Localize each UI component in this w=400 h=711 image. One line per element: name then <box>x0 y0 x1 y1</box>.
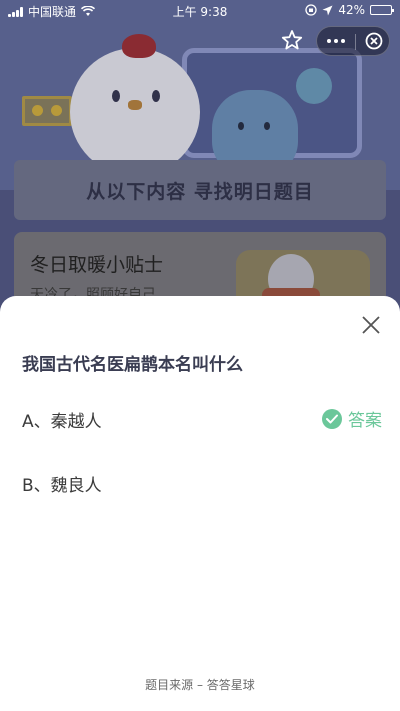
option-label: B、魏良人 <box>22 476 102 496</box>
medal-icon <box>51 105 62 116</box>
mini-program-capsule <box>316 26 390 56</box>
option-a[interactable]: A、秦越人 答案 <box>22 407 382 433</box>
status-bar: 中国联通 上午 9:38 42% <box>0 0 400 20</box>
battery-icon <box>370 5 394 15</box>
award-plaque-illustration <box>22 96 72 126</box>
status-right: 42% <box>305 3 394 17</box>
favorite-button[interactable] <box>278 26 306 54</box>
answer-badge: 答案 <box>322 406 382 431</box>
chicken-beak <box>128 100 142 110</box>
planet-illustration <box>296 68 332 104</box>
chicken-mascot <box>70 48 200 176</box>
search-banner: 从以下内容 寻找明日题目 <box>14 160 386 220</box>
close-button[interactable] <box>358 312 384 338</box>
ghost-eye <box>238 122 244 130</box>
chicken-eye <box>112 90 120 102</box>
answer-sheet: 我国古代名医扁鹊本名叫什么 A、秦越人 答案 B、魏良人 题目来源 – 答答星球 <box>0 296 400 711</box>
question-source: 题目来源 – 答答星球 <box>145 678 255 692</box>
card-title: 冬日取暖小贴士 <box>30 254 164 276</box>
circle-close-icon <box>365 32 383 50</box>
star-outline-icon <box>281 30 303 50</box>
banner-text: 从以下内容 寻找明日题目 <box>86 180 314 203</box>
location-arrow-icon <box>322 5 333 15</box>
battery-percent: 42% <box>338 3 365 17</box>
more-dots-icon <box>327 39 331 43</box>
check-circle-icon <box>322 408 342 429</box>
ghost-eye <box>264 122 270 130</box>
option-b[interactable]: B、魏良人 <box>22 471 382 497</box>
answer-label: 答案 <box>348 411 382 431</box>
more-button[interactable] <box>317 27 355 55</box>
medal-icon <box>32 105 43 116</box>
chicken-comb <box>122 34 156 58</box>
screen: 从以下内容 寻找明日题目 冬日取暖小贴士 天冷了，照顾好自己 中国联通 上午 9… <box>0 0 400 711</box>
close-icon <box>362 316 380 334</box>
chicken-eye <box>152 90 160 102</box>
option-label: A、秦越人 <box>22 412 102 432</box>
question-text: 我国古代名医扁鹊本名叫什么 <box>22 355 243 375</box>
orientation-lock-icon <box>305 4 317 16</box>
exit-button[interactable] <box>357 27 391 55</box>
capsule-divider <box>355 34 356 50</box>
